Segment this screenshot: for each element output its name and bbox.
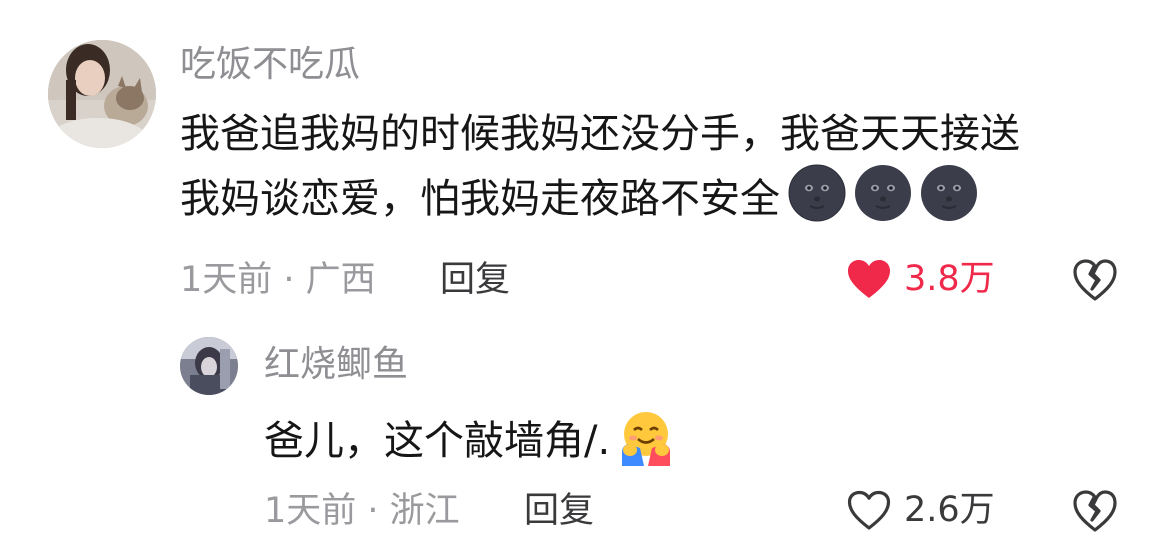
comment-username[interactable]: 吃饭不吃瓜 — [180, 47, 360, 83]
broken-heart-icon — [1073, 259, 1117, 301]
avatar[interactable] — [180, 337, 238, 395]
reply-meta: 1天前 · 浙江 — [264, 494, 460, 529]
like-button[interactable]: 2.6万 — [846, 489, 995, 531]
avatar[interactable] — [48, 40, 156, 148]
dislike-button[interactable] — [1072, 258, 1118, 302]
heart-filled-icon — [848, 260, 890, 298]
reply-text: 爸儿，这个敲墙角/. — [264, 408, 676, 471]
heart-outline-icon — [847, 490, 891, 530]
reply-time: 1天前 — [264, 491, 357, 531]
comment-text-line: 我爸追我妈的时候我妈还没分手，我爸天天接送 — [180, 111, 1020, 157]
reply-button[interactable]: 回复 — [524, 494, 594, 529]
reply-button[interactable]: 回复 — [440, 263, 510, 298]
new-moon-face-emoji — [788, 164, 846, 222]
reply-username[interactable]: 红烧鲫鱼 — [264, 347, 408, 383]
reply-location: 浙江 — [389, 491, 460, 531]
broken-heart-icon — [1073, 490, 1117, 532]
comment-text: 我爸追我妈的时候我妈还没分手，我爸天天接送 我妈谈恋爱，怕我妈走夜路不安全 — [180, 104, 1020, 229]
comment-time: 1天前 — [180, 260, 273, 300]
reply-text-content: 爸儿，这个敲墙角/. — [264, 418, 611, 464]
dislike-button[interactable] — [1072, 489, 1118, 533]
meta-separator: · — [272, 260, 306, 300]
meta-separator: · — [356, 491, 390, 531]
comment-text-line-text: 我妈谈恋爱，怕我妈走夜路不安全 — [180, 176, 780, 222]
comment-meta: 1天前 · 广西 — [180, 263, 376, 298]
like-count: 2.6万 — [904, 489, 995, 530]
reply-text-line: 爸儿，这个敲墙角/. — [264, 408, 676, 471]
new-moon-face-emoji — [920, 164, 978, 222]
comment-text-line: 我妈谈恋爱，怕我妈走夜路不安全 — [180, 164, 1020, 229]
avatar-photo — [48, 40, 156, 148]
avatar-photo — [180, 337, 238, 395]
smiling-face-with-open-hands-emoji — [616, 408, 676, 468]
like-button[interactable]: 3.8万 — [846, 258, 995, 300]
new-moon-face-emoji — [854, 164, 912, 222]
like-count: 3.8万 — [904, 258, 995, 299]
comment-location: 广西 — [305, 260, 376, 300]
